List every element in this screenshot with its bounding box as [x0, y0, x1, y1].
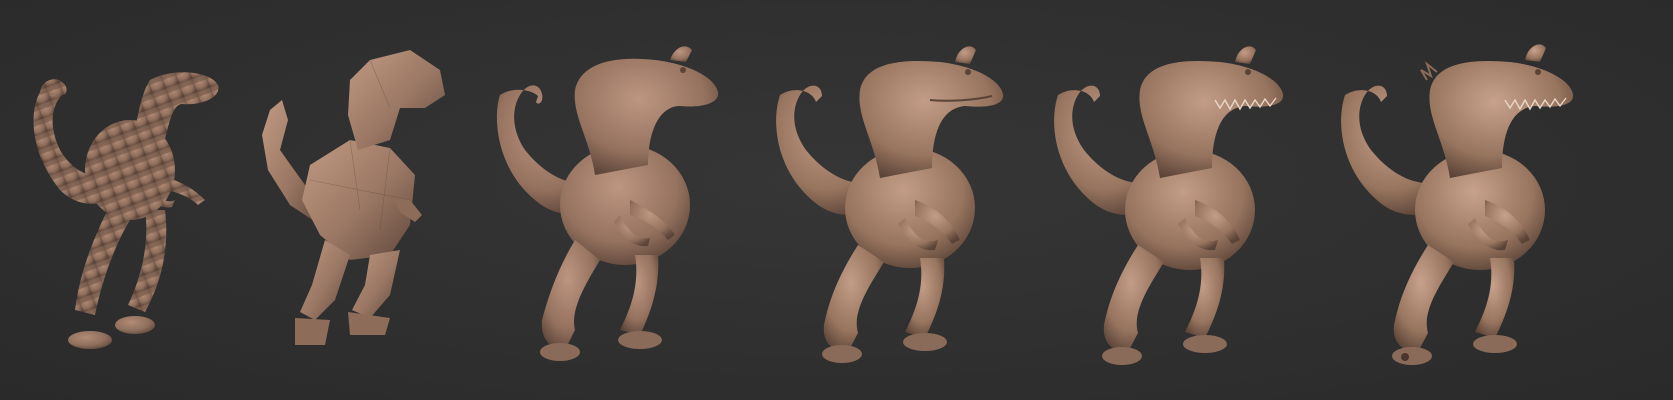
dinosaur-figure-2 [262, 50, 445, 345]
stage-4-refined-forms [760, 0, 1040, 400]
dinosaur-figure-4 [776, 46, 1004, 363]
sculpt-progression-scene [0, 0, 1673, 400]
dinosaur-figure-6 [1341, 44, 1574, 365]
stage-2-low-poly-blockout [240, 0, 480, 400]
dinosaur-figure-5 [1054, 46, 1284, 365]
stage-3-smooth-base [480, 0, 760, 400]
stage-6-final-detail [1335, 0, 1673, 400]
dinosaur-figure-3 [496, 46, 719, 361]
stage-1-zsphere-armature [0, 0, 250, 400]
stage-5-teeth-added [1040, 0, 1340, 400]
dinosaur-figure-1 [33, 72, 219, 349]
